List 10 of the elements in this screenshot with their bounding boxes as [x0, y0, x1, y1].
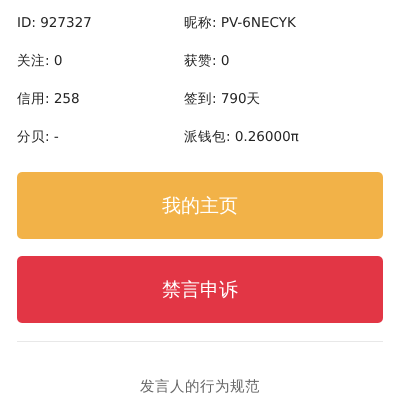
- stat-text: 签到: 790天: [184, 90, 262, 109]
- stat-text: 获赞: 0: [184, 52, 230, 71]
- appeal-button[interactable]: 禁言申诉: [17, 256, 383, 323]
- rules-link[interactable]: 发言人的行为规范: [140, 379, 260, 395]
- stat-text: 派钱包: 0.26000π: [184, 128, 300, 147]
- stat-text: 关注: 0: [17, 52, 64, 71]
- stat-text: 昵称: PV-6NECYK: [184, 14, 297, 33]
- stat-text: ID: 927327: [17, 14, 93, 33]
- stat-text: 信用: 258: [17, 90, 81, 109]
- stat-text: 分贝: -: [17, 128, 60, 147]
